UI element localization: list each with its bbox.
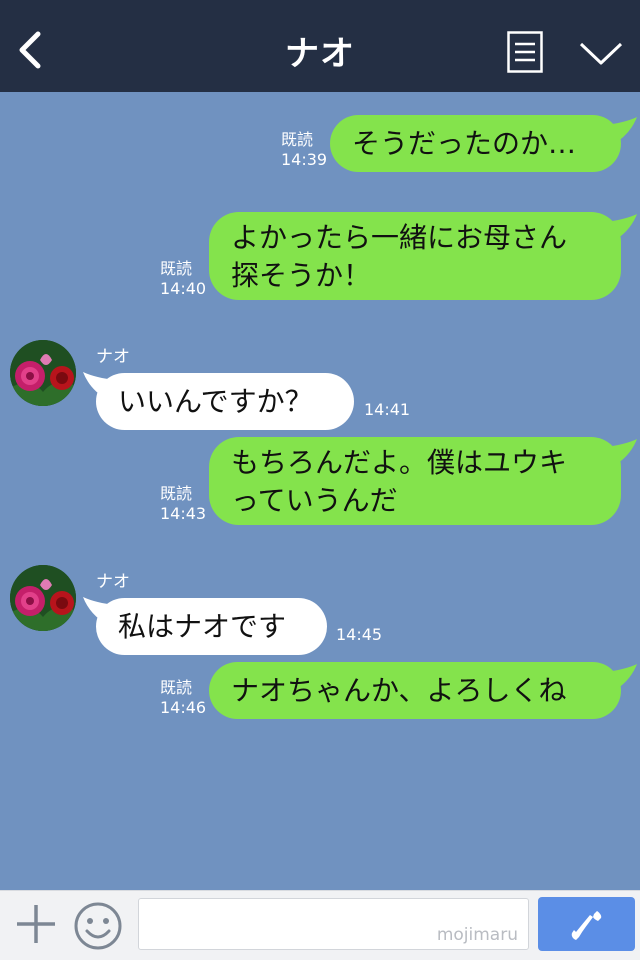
message-text: そうだったのか…	[352, 127, 577, 160]
message-time: 14:46	[160, 698, 207, 717]
rose-avatar-icon	[10, 565, 76, 631]
sent-message-bubble[interactable]: もちろんだよ。僕はユウキ っていうんだ	[209, 437, 621, 525]
watermark-text: mojimaru	[436, 925, 518, 945]
read-receipt: 既読	[160, 484, 193, 503]
smiley-icon[interactable]	[73, 901, 123, 951]
message-meta: 既読 14:43	[160, 484, 206, 524]
sent-message-bubble[interactable]: よかったら一緒にお母さん 探そうか！	[209, 212, 621, 300]
message-text-line: よかったら一緒にお母さん	[231, 221, 568, 254]
plus-icon[interactable]	[14, 902, 58, 946]
message-meta: 既読 14:46	[160, 678, 206, 718]
sender-name: ナオ	[96, 347, 130, 367]
message-time: 14:40	[160, 279, 207, 298]
message-text: 私はナオです	[118, 610, 287, 643]
header-bar: ナオ	[0, 0, 640, 92]
received-message-bubble[interactable]: 私はナオです	[96, 598, 327, 655]
received-message-bubble[interactable]: いいんですか？	[96, 373, 354, 430]
avatar[interactable]	[10, 340, 76, 406]
message-text-line: 探そうか！	[231, 259, 372, 292]
read-receipt: 既読	[281, 130, 314, 149]
message-text-line: もちろんだよ。僕はユウキ	[231, 446, 568, 479]
phone-icon	[571, 911, 602, 940]
sent-message-bubble[interactable]: そうだったのか…	[330, 115, 621, 172]
message-meta: 既読 14:39	[281, 130, 327, 170]
message-text-line: っていうんだ	[231, 484, 398, 517]
read-receipt: 既読	[160, 259, 193, 278]
chevron-down-icon[interactable]	[578, 40, 624, 68]
call-button[interactable]	[538, 897, 635, 951]
message-meta: 既読 14:40	[160, 259, 206, 299]
chat-area: 既読 14:39 そうだったのか… 既読 14:40 よかったら一緒にお母さん …	[0, 92, 640, 890]
message-time: 14:39	[281, 150, 328, 169]
message-input[interactable]: mojimaru	[138, 898, 529, 950]
message-time: 14:41	[364, 400, 411, 419]
message-time: 14:45	[336, 625, 383, 644]
avatar[interactable]	[10, 565, 76, 631]
rose-avatar-icon	[10, 340, 76, 406]
read-receipt: 既読	[160, 678, 193, 697]
message-time: 14:43	[160, 504, 207, 523]
sender-name: ナオ	[96, 572, 130, 592]
sent-message-bubble[interactable]: ナオちゃんか、よろしくね	[209, 662, 621, 719]
message-text: いいんですか？	[118, 385, 313, 418]
chat-title: ナオ	[285, 34, 355, 74]
message-text: ナオちゃんか、よろしくね	[231, 674, 567, 707]
list-icon[interactable]	[507, 31, 543, 73]
